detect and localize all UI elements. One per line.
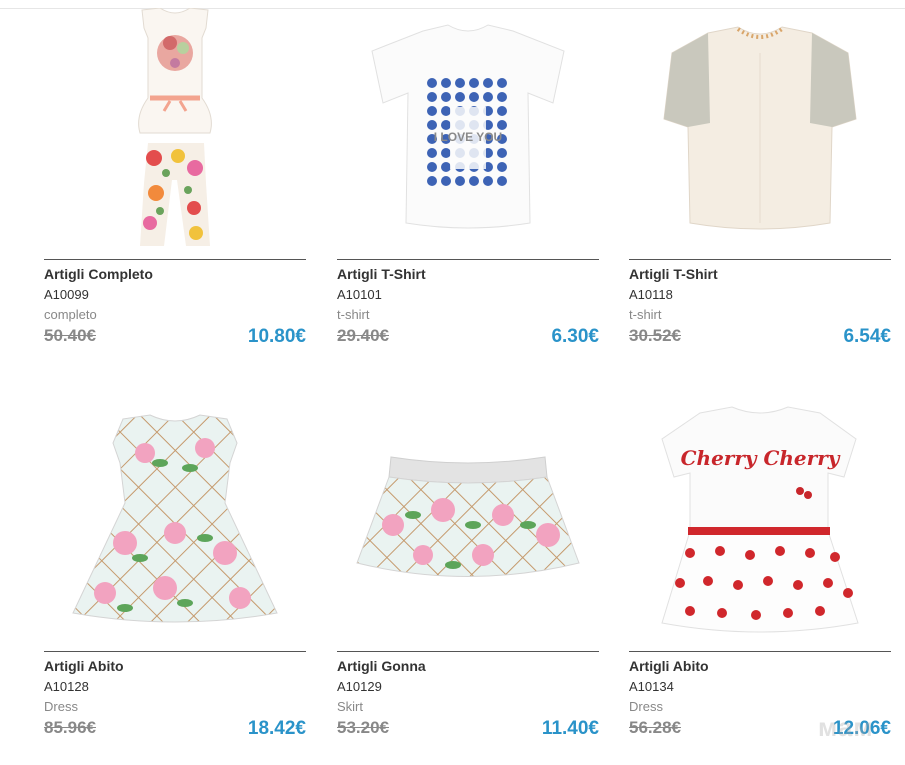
product-title[interactable]: Artigli Abito	[629, 658, 709, 674]
product-card[interactable]: Artigli Gonna A10129 Skirt 53.20€ 11.40€	[337, 400, 599, 760]
sale-price: 18.42€	[247, 718, 306, 739]
tshirt-print-text: I LOVE YOU	[434, 130, 502, 144]
card-divider	[629, 259, 891, 260]
product-title[interactable]: Artigli Completo	[44, 266, 153, 282]
product-image[interactable]	[629, 8, 891, 248]
product-title[interactable]: Artigli T-Shirt	[337, 266, 426, 282]
product-card[interactable]: Artigli Abito A10128 Dress 85.96€ 18.42€	[44, 400, 306, 760]
product-category: t-shirt	[629, 307, 662, 322]
product-category: t-shirt	[337, 307, 370, 322]
product-grid: Artigli Completo A10099 completo 50.40€ …	[0, 0, 905, 765]
old-price: 30.52€	[629, 326, 681, 345]
old-price: 50.40€	[44, 326, 96, 345]
card-divider	[44, 259, 306, 260]
sale-price: 11.40€	[541, 718, 599, 739]
product-card[interactable]: Artigli T-Shirt A10118 t-shirt 30.52€ 6.…	[629, 8, 891, 368]
product-image[interactable]: I LOVE YOU	[337, 8, 599, 248]
product-title[interactable]: Artigli Gonna	[337, 658, 426, 674]
dress-print-text: Cherry Cherry	[681, 446, 841, 470]
product-category: Dress	[44, 699, 78, 714]
sale-price: 10.80€	[247, 326, 306, 347]
card-divider	[44, 651, 306, 652]
product-category: completo	[44, 307, 97, 322]
product-title[interactable]: Artigli T-Shirt	[629, 266, 718, 282]
old-price: 85.96€	[44, 718, 96, 737]
card-divider	[337, 651, 599, 652]
product-image[interactable]	[44, 8, 306, 248]
product-code: A10128	[44, 679, 89, 694]
product-image[interactable]	[44, 400, 306, 640]
product-code: A10118	[629, 287, 673, 302]
watermark-logo: мам	[818, 712, 874, 742]
product-category: Skirt	[337, 699, 363, 714]
product-category: Dress	[629, 699, 663, 714]
card-divider	[337, 259, 599, 260]
old-price: 29.40€	[337, 326, 389, 345]
product-image[interactable]: Cherry Cherry	[629, 400, 891, 640]
sale-price: 6.54€	[843, 326, 891, 347]
product-image[interactable]	[337, 400, 599, 640]
product-code: A10101	[337, 287, 382, 302]
old-price: 53.20€	[337, 718, 389, 737]
product-code: A10129	[337, 679, 382, 694]
sale-price: 6.30€	[551, 326, 599, 347]
product-title[interactable]: Artigli Abito	[44, 658, 124, 674]
card-divider	[629, 651, 891, 652]
product-code: A10099	[44, 287, 89, 302]
product-card[interactable]: I LOVE YOU Artigli T-Shirt A10101 t-shir…	[337, 8, 599, 368]
product-code: A10134	[629, 679, 674, 694]
product-card[interactable]: Artigli Completo A10099 completo 50.40€ …	[44, 8, 306, 368]
old-price: 56.28€	[629, 718, 681, 737]
product-card[interactable]: Cherry Cherry Artigli Abito A10134 Dress…	[629, 400, 891, 760]
